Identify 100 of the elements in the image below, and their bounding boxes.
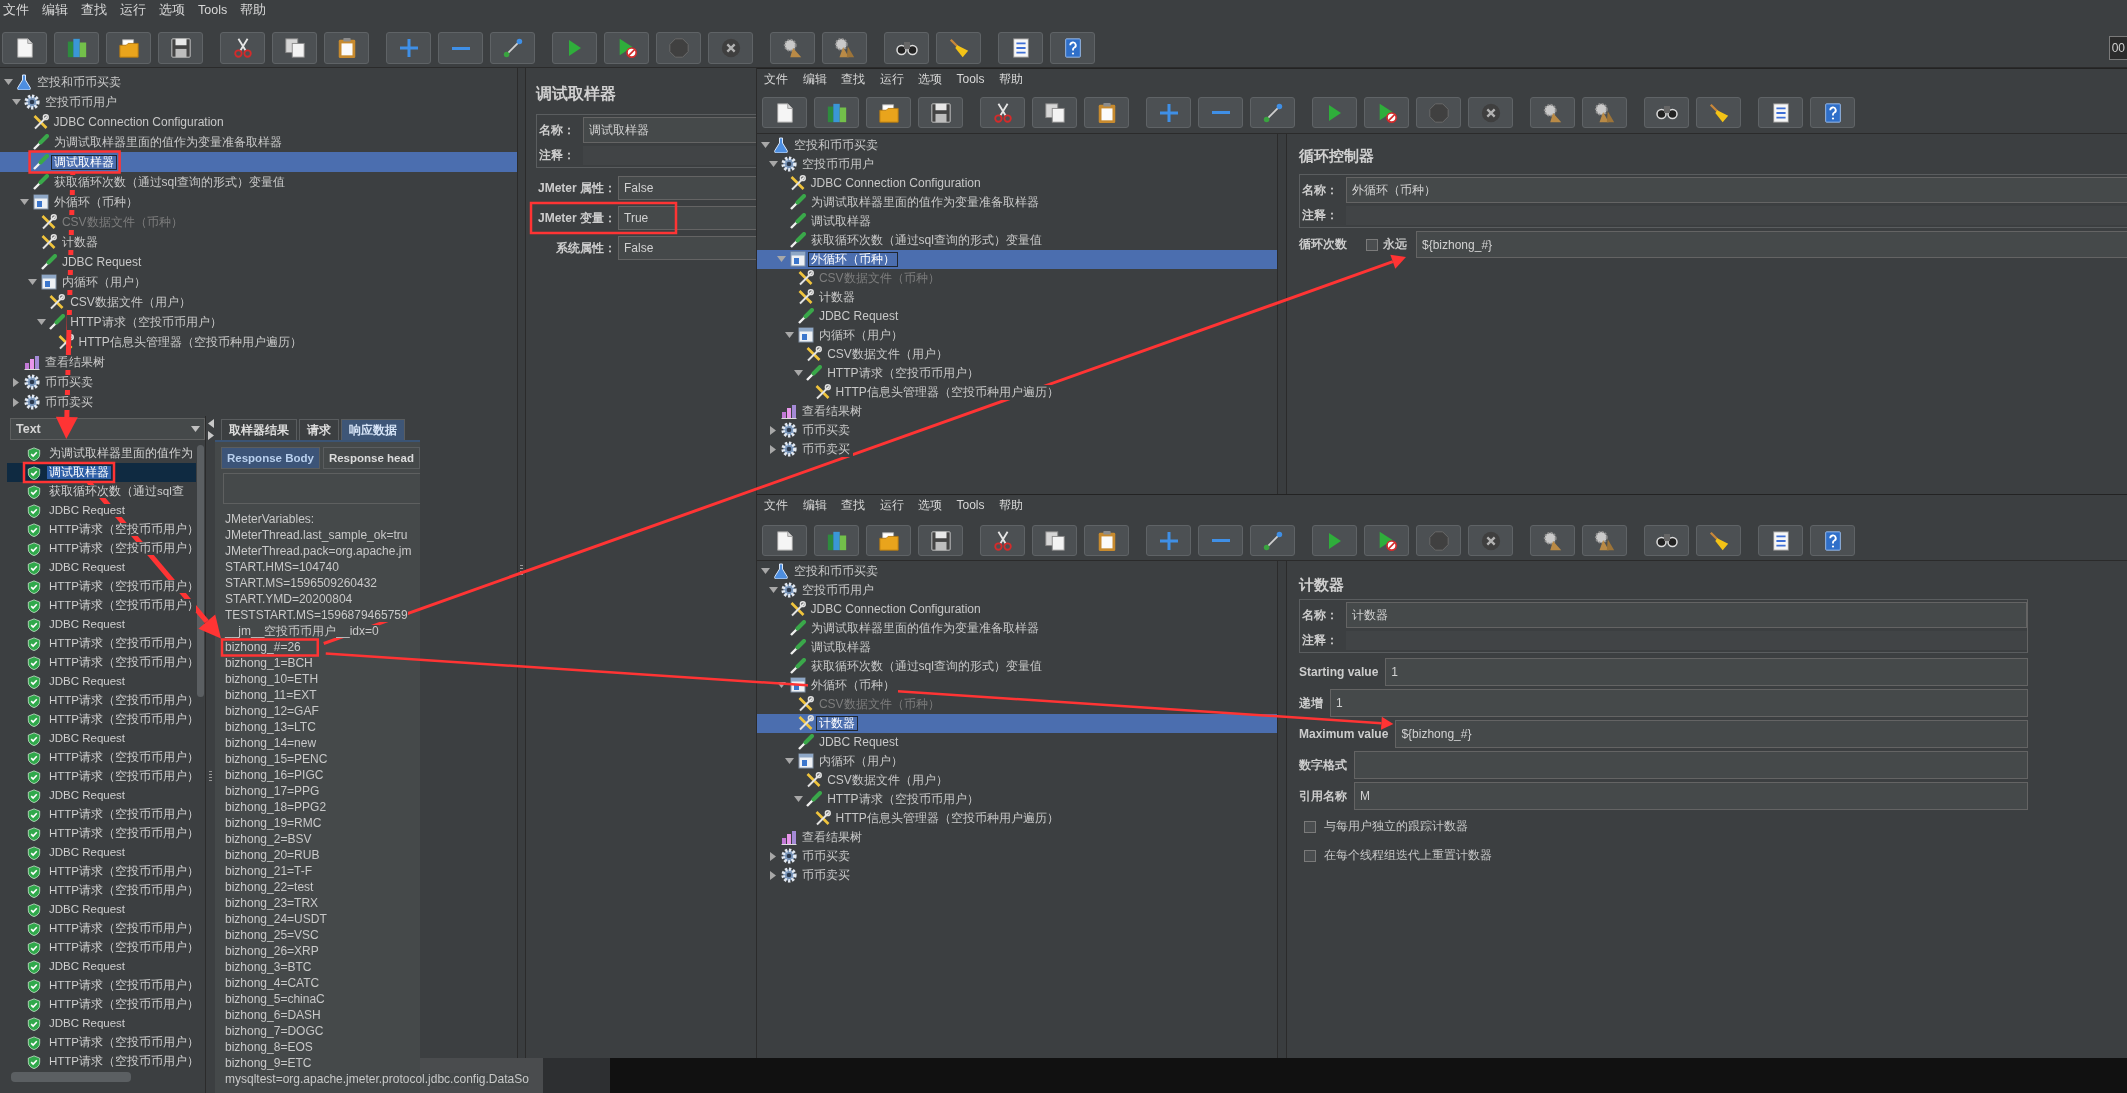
toolbar-button[interactable] (918, 525, 963, 556)
expand-toggle[interactable] (770, 851, 777, 861)
tree-row[interactable]: CSV数据文件（用户） (757, 770, 1277, 790)
tab[interactable]: Response head (322, 447, 420, 469)
tree-row[interactable]: 调试取样器 (0, 152, 517, 172)
toolbar-button[interactable] (1758, 97, 1803, 128)
scrollbar-thumb[interactable] (197, 445, 204, 697)
tree-row[interactable]: 查看结果树 (757, 401, 1277, 421)
tree-row[interactable]: 查看结果树 (757, 827, 1277, 847)
toolbar-button[interactable] (1644, 97, 1689, 128)
menu-item[interactable]: 编辑 (39, 3, 78, 19)
text-field[interactable]: ${bizhong_#} (1416, 231, 2127, 258)
tree-row[interactable]: CSV数据文件（用户） (0, 292, 517, 312)
tree-row[interactable]: HTTP信息头管理器（空投币种用户遍历） (757, 382, 1277, 402)
toolbar-button[interactable] (1032, 97, 1077, 128)
expand-toggle[interactable] (793, 370, 803, 376)
result-row[interactable]: HTTP请求（空投币币用户） (7, 824, 196, 843)
tree-row[interactable]: 币币卖买 (757, 439, 1277, 459)
tree-row[interactable]: 外循环（币种） (757, 249, 1277, 269)
tab[interactable]: 请求 (299, 419, 339, 440)
menu-item[interactable]: 运行 (117, 3, 156, 19)
tree-row[interactable]: 计数器 (757, 713, 1277, 733)
result-row[interactable]: HTTP请求（空投币币用户） (7, 862, 196, 881)
tree-row[interactable]: 币币卖买 (0, 392, 517, 412)
text-field[interactable]: False (618, 176, 756, 200)
expand-toggle[interactable] (20, 199, 30, 205)
result-row[interactable]: HTTP请求（空投币币用户） (7, 938, 196, 957)
renderer-dropdown[interactable]: Text (10, 418, 205, 440)
toolbar-button[interactable] (884, 32, 929, 64)
toolbar-button[interactable] (918, 97, 963, 128)
tree-row[interactable]: 获取循环次数（通过sql查询的形式）变量值 (757, 230, 1277, 250)
scrollbar-thumb[interactable] (11, 1072, 131, 1082)
result-row[interactable]: JDBC Request (7, 900, 196, 919)
tree-row[interactable]: 空投币币用户 (757, 580, 1277, 600)
toolbar-button[interactable] (272, 32, 317, 64)
checkbox[interactable] (1366, 238, 1378, 251)
toolbar-button[interactable] (1696, 97, 1741, 128)
text-field[interactable]: False (618, 236, 756, 260)
tree-row[interactable]: 空投币币用户 (757, 154, 1277, 174)
menu-item[interactable]: 文件 (757, 497, 796, 513)
result-row[interactable]: JDBC Request (7, 558, 196, 577)
expand-toggle[interactable] (770, 870, 777, 880)
expand-toggle[interactable] (768, 587, 778, 593)
result-row[interactable]: HTTP请求（空投币币用户） (7, 805, 196, 824)
result-row[interactable]: JDBC Request (7, 672, 196, 691)
text-field[interactable]: True (618, 206, 756, 230)
toolbar-button[interactable] (762, 525, 807, 556)
splitter-handle[interactable] (209, 771, 212, 783)
result-row[interactable]: JDBC Request (7, 1014, 196, 1033)
expand-toggle[interactable] (785, 332, 795, 338)
toolbar-button[interactable] (866, 97, 911, 128)
result-row[interactable]: HTTP请求（空投币币用户） (7, 653, 196, 672)
result-row[interactable]: HTTP请求（空投币币用户） (7, 577, 196, 596)
toolbar-button[interactable] (1084, 525, 1129, 556)
tree-row[interactable]: HTTP请求（空投币币用户） (757, 789, 1277, 809)
toolbar-button[interactable] (936, 32, 981, 64)
text-field[interactable]: M (1354, 782, 2028, 810)
checkbox[interactable] (1304, 849, 1316, 862)
toolbar-button[interactable] (1696, 525, 1741, 556)
menu-item[interactable]: 帮助 (992, 497, 1031, 513)
tree-row[interactable]: 为调试取样器里面的值作为变量准备取样器 (0, 132, 517, 152)
tree-row[interactable]: 空投和币币买卖 (0, 72, 517, 92)
tree-row[interactable]: 调试取样器 (757, 637, 1277, 657)
tree-row[interactable]: JDBC Request (0, 252, 517, 272)
toolbar-button[interactable] (770, 32, 815, 64)
tree-row[interactable]: 币币买卖 (757, 420, 1277, 440)
tree-row[interactable]: 计数器 (757, 287, 1277, 307)
tree-row[interactable]: 空投币币用户 (0, 92, 517, 112)
expand-toggle[interactable] (36, 319, 46, 325)
result-row[interactable]: JDBC Request (7, 843, 196, 862)
toolbar-button[interactable] (1758, 525, 1803, 556)
result-row[interactable]: JDBC Request (7, 501, 196, 520)
result-row[interactable]: JDBC Request (7, 615, 196, 634)
menu-item[interactable]: 查找 (834, 497, 873, 513)
menu-item[interactable]: Tools (195, 3, 238, 19)
expand-toggle[interactable] (13, 377, 20, 387)
tree-row[interactable]: 币币买卖 (0, 372, 517, 392)
result-row[interactable]: HTTP请求（空投币币用户） (7, 995, 196, 1014)
menu-item[interactable]: 帮助 (992, 71, 1031, 87)
text-field[interactable]: 外循环（币种） (1346, 177, 2127, 203)
checkbox[interactable] (1304, 820, 1316, 833)
result-row[interactable]: HTTP请求（空投币币用户） (7, 919, 196, 938)
expand-toggle[interactable] (760, 568, 770, 574)
result-row[interactable]: HTTP请求（空投币币用户） (7, 976, 196, 995)
tree-row[interactable]: 查看结果树 (0, 352, 517, 372)
toolbar-button[interactable] (1582, 97, 1627, 128)
tree-row[interactable]: 计数器 (0, 232, 517, 252)
expand-toggle[interactable] (760, 142, 770, 148)
toolbar-button[interactable] (1032, 525, 1077, 556)
toolbar-button[interactable] (1084, 97, 1129, 128)
tree-row[interactable]: JDBC Connection Configuration (757, 599, 1277, 619)
tree-row[interactable]: JDBC Connection Configuration (0, 112, 517, 132)
toolbar-button[interactable] (1530, 97, 1575, 128)
tree-row[interactable]: HTTP信息头管理器（空投币种用户遍历） (0, 332, 517, 352)
expand-toggle[interactable] (11, 99, 21, 105)
expand-toggle[interactable] (3, 79, 13, 85)
result-row[interactable]: HTTP请求（空投币币用户） (7, 691, 196, 710)
result-row[interactable]: HTTP请求（空投币币用户） (7, 539, 196, 558)
result-row[interactable]: HTTP请求（空投币币用户） (7, 710, 196, 729)
expand-toggle[interactable] (28, 279, 38, 285)
